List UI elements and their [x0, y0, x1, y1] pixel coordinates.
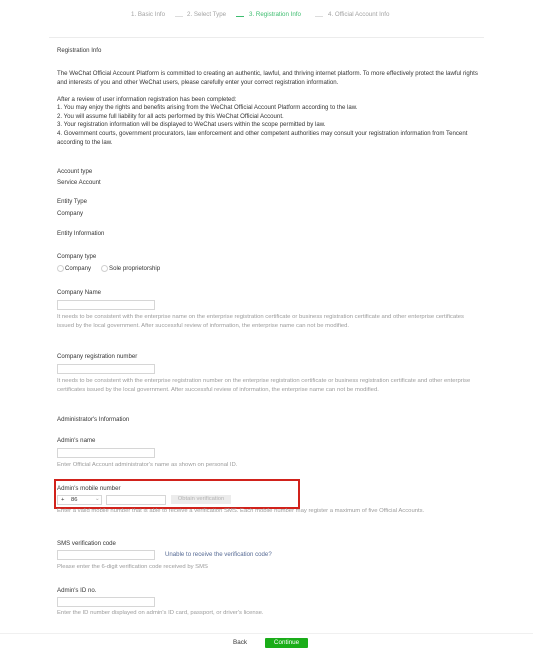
- intro-text: The WeChat Official Account Platform is …: [57, 70, 478, 86]
- step-select-type: 2. Select Type: [187, 11, 227, 18]
- admin-name-input[interactable]: [57, 448, 155, 458]
- company-name-label: Company Name: [57, 289, 102, 296]
- sms-help-link[interactable]: Unable to receive the verification code?: [165, 551, 272, 558]
- entity-type-label: Entity Type: [57, 198, 88, 205]
- sms-code-hint: Please enter the 6-digit verification co…: [57, 564, 208, 570]
- step-basic-info: 1. Basic Info: [131, 11, 166, 18]
- step-official-account-info: 4. Official Account Info: [328, 11, 390, 18]
- step-separator: [236, 16, 244, 17]
- company-type-label: Company type: [57, 253, 97, 260]
- continue-button[interactable]: Continue: [265, 638, 308, 648]
- radio-company[interactable]: [57, 265, 64, 272]
- entity-type-value: Company: [57, 210, 84, 217]
- section-title-entity: Entity Information: [57, 230, 105, 237]
- sms-code-input[interactable]: [57, 550, 155, 560]
- account-type-label: Account type: [57, 168, 93, 175]
- company-name-input[interactable]: [57, 300, 155, 310]
- admin-id-label: Admin's ID no.: [57, 587, 97, 594]
- company-name-hint: It needs to be consistent with the enter…: [57, 314, 464, 329]
- step-separator: [315, 16, 323, 17]
- radio-company-label[interactable]: Company: [65, 265, 91, 274]
- company-registration-label: Company registration number: [57, 353, 138, 360]
- section-title-registration: Registration Info: [57, 47, 102, 54]
- admin-name-label: Admin's name: [57, 437, 96, 444]
- sms-code-label: SMS verification code: [57, 540, 116, 547]
- step-separator: [175, 16, 183, 17]
- admin-id-hint: Enter the ID number displayed on admin's…: [57, 610, 264, 616]
- highlight-box: [54, 479, 300, 509]
- review-point: 4. Government courts, government procura…: [57, 130, 468, 146]
- review-point: 3. Your registration information will be…: [57, 121, 326, 128]
- admin-name-hint: Enter Official Account administrator's n…: [57, 462, 238, 468]
- account-type-value: Service Account: [57, 179, 101, 186]
- company-registration-input[interactable]: [57, 364, 155, 374]
- step-registration-info: 3. Registration Info: [249, 11, 301, 18]
- company-registration-hint: It needs to be consistent with the enter…: [57, 378, 471, 393]
- radio-sole-proprietorship-label[interactable]: Sole proprietorship: [109, 265, 160, 274]
- review-point: 1. You may enjoy the rights and benefits…: [57, 104, 358, 111]
- admin-mobile-hint: Enter a valid mobile number that is able…: [57, 508, 425, 514]
- admin-id-input[interactable]: [57, 597, 155, 607]
- radio-sole-proprietorship[interactable]: [101, 265, 108, 272]
- step-indicator: 1. Basic Info 2. Select Type 3. Registra…: [0, 11, 533, 23]
- back-button[interactable]: Back: [228, 638, 252, 648]
- section-title-admin: Administrator's Information: [57, 416, 130, 423]
- divider: [49, 37, 484, 38]
